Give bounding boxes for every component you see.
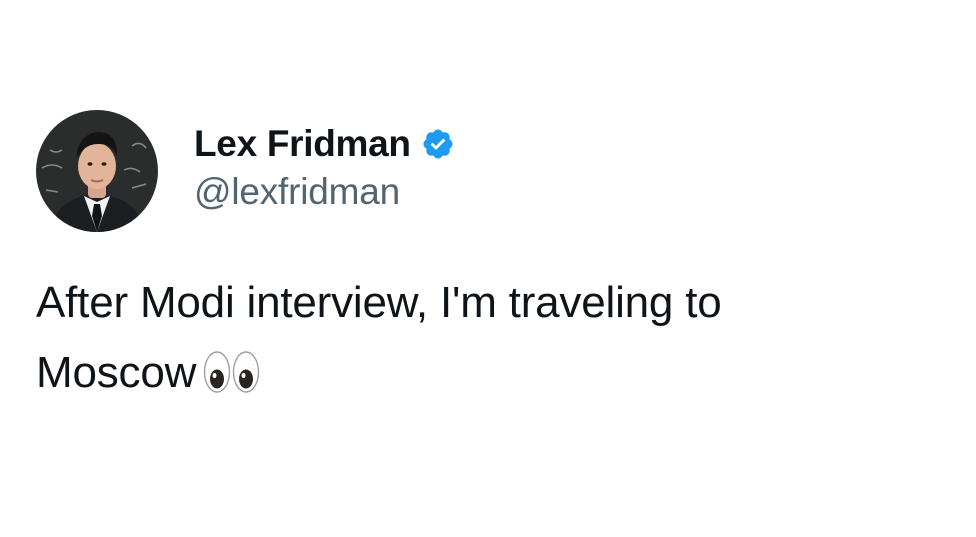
tweet-card: Lex Fridman @lexfridman After Modi inter… — [0, 0, 976, 537]
author-handle[interactable]: @lexfridman — [194, 169, 455, 215]
tweet-text-line-2-words: Moscow — [36, 348, 197, 397]
avatar[interactable] — [36, 110, 158, 232]
eyes-emoji-icon — [202, 349, 262, 395]
tweet-text-line-1: After Modi interview, I'm traveling to — [36, 278, 722, 327]
author-identity: Lex Fridman @lexfridman — [194, 121, 455, 215]
tweet-text-line-2: Moscow — [36, 338, 956, 408]
author-display-name[interactable]: Lex Fridman — [194, 121, 411, 167]
avatar-photo-icon — [36, 110, 158, 232]
name-row: Lex Fridman — [194, 121, 455, 167]
verified-badge-icon — [421, 127, 455, 161]
tweet-header: Lex Fridman @lexfridman — [36, 110, 455, 232]
tweet-text: After Modi interview, I'm traveling to M… — [36, 268, 956, 408]
